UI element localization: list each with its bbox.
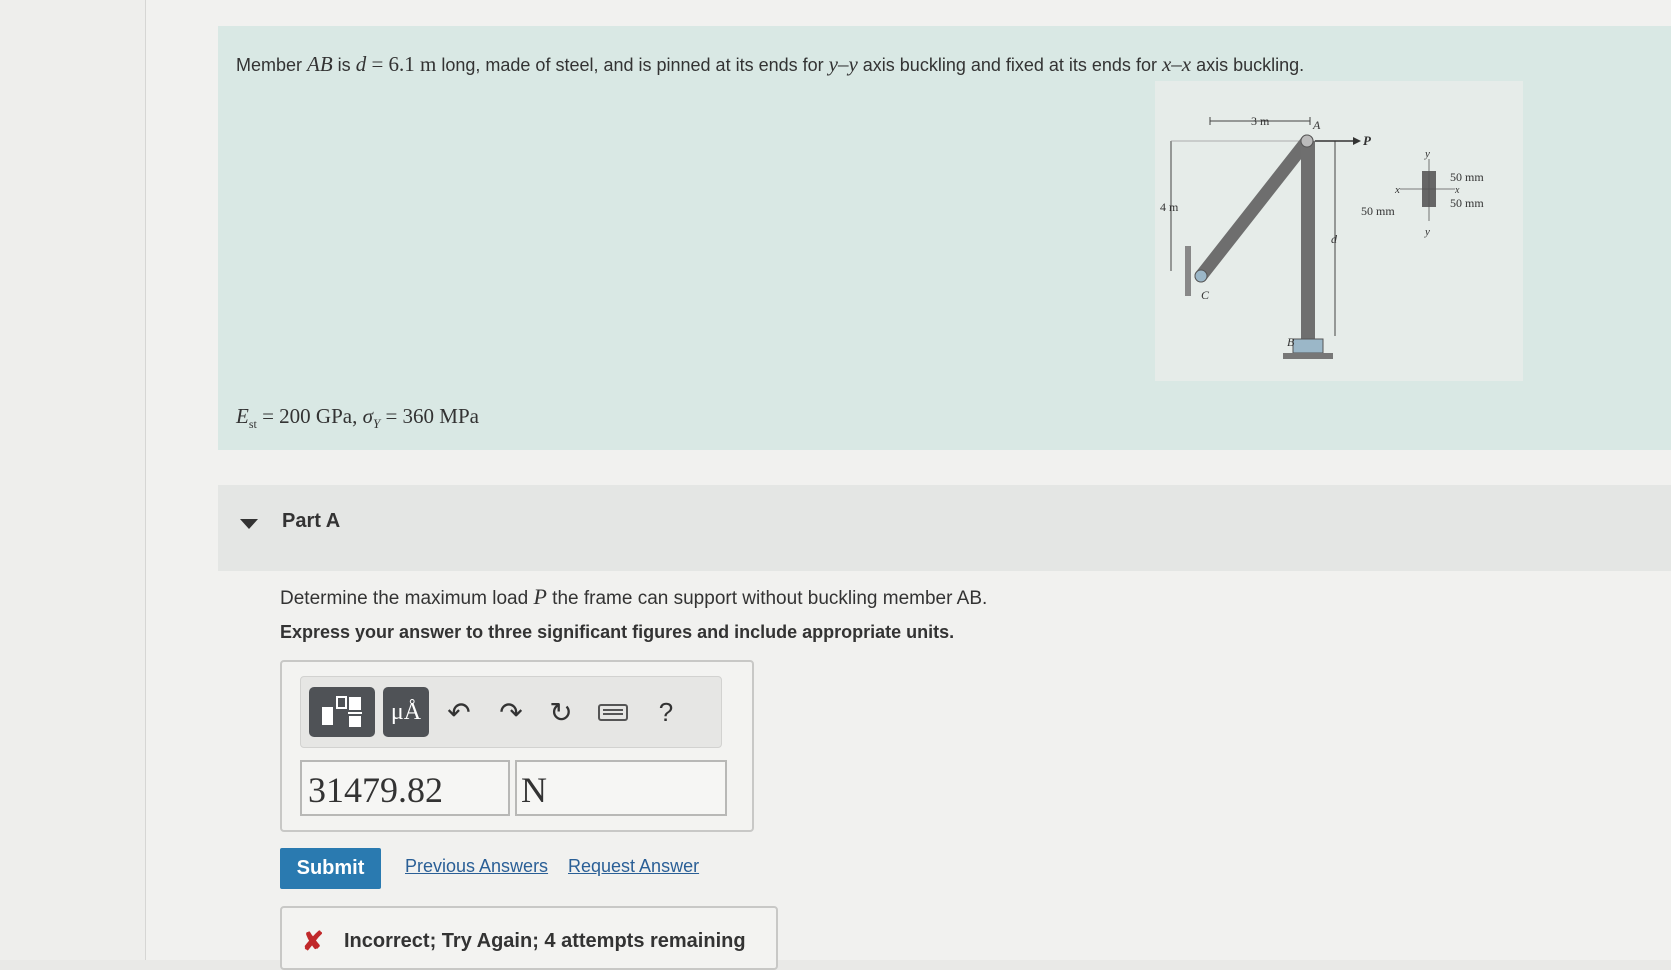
frame-figure: 3 m 4 m P A B C d y y x x 50 mm 50 mm 50… — [1155, 81, 1523, 381]
templates-button[interactable] — [309, 687, 375, 737]
svg-text:d: d — [1331, 232, 1338, 246]
part-a-header[interactable] — [218, 485, 1671, 571]
svg-text:C: C — [1201, 288, 1210, 302]
svg-text:x: x — [1454, 185, 1460, 196]
svg-text:B: B — [1287, 335, 1295, 349]
help-icon[interactable]: ? — [646, 692, 686, 732]
dim-3m-label: 3 m — [1251, 114, 1270, 128]
xx-var: x–x — [1161, 52, 1192, 76]
support-b — [1292, 338, 1324, 354]
wall-c — [1185, 246, 1191, 296]
answer-value-input[interactable]: 31479.82 — [300, 760, 510, 816]
svg-text:50 mm: 50 mm — [1361, 204, 1395, 218]
previous-answers-link[interactable]: Previous Answers — [405, 856, 548, 877]
feedback-message: Incorrect; Try Again; 4 attempts remaini… — [344, 930, 746, 952]
problem-statement-box: Member AB is d = 6.1 m long, made of ste… — [218, 26, 1671, 450]
reset-icon[interactable]: ↻ — [541, 692, 581, 732]
units-button[interactable]: μÅ — [383, 687, 429, 737]
frame-diagram: 3 m 4 m P A B C d y y x x 50 mm 50 mm 50… — [1160, 114, 1484, 359]
material-givens: Est = 200 GPa, σY = 360 MPa — [236, 404, 479, 432]
templates-icon — [322, 696, 362, 727]
svg-text:y: y — [1424, 226, 1430, 238]
member-var: AB — [307, 52, 333, 76]
request-answer-link[interactable]: Request Answer — [568, 856, 699, 877]
svg-text:50 mm: 50 mm — [1450, 196, 1484, 210]
left-gutter — [0, 0, 146, 960]
undo-icon[interactable]: ↶ — [439, 692, 479, 732]
d-var: d — [355, 52, 367, 76]
x-icon: ✘ — [302, 926, 324, 956]
question-text: Determine the maximum load P the frame c… — [280, 584, 988, 609]
svg-text:50 mm: 50 mm — [1450, 170, 1484, 184]
problem-statement: Member AB is d = 6.1 m long, made of ste… — [236, 52, 1305, 76]
collapse-caret-icon[interactable] — [240, 519, 258, 529]
strut-ca — [1194, 134, 1314, 283]
column-ab — [1301, 141, 1315, 341]
submit-button[interactable]: Submit — [280, 848, 381, 889]
redo-icon[interactable]: ↷ — [491, 692, 531, 732]
svg-text:P: P — [1363, 133, 1372, 148]
dim-4m-label: 4 m — [1160, 200, 1179, 214]
svg-text:y: y — [1424, 148, 1430, 160]
keyboard-icon[interactable] — [593, 692, 633, 732]
svg-text:A: A — [1312, 118, 1321, 132]
part-title: Part A — [282, 510, 341, 532]
instruction-text: Express your answer to three significant… — [280, 622, 955, 642]
math-toolbar: μÅ ↶ ↷ ↻ ? — [300, 676, 722, 748]
answer-unit-input[interactable]: N — [515, 760, 727, 816]
yy-var: y–y — [828, 52, 858, 76]
svg-text:x: x — [1394, 184, 1400, 196]
feedback-box: ✘ Incorrect; Try Again; 4 attempts remai… — [280, 906, 778, 970]
answer-panel: μÅ ↶ ↷ ↻ ? 31479.82 N — [280, 660, 754, 832]
